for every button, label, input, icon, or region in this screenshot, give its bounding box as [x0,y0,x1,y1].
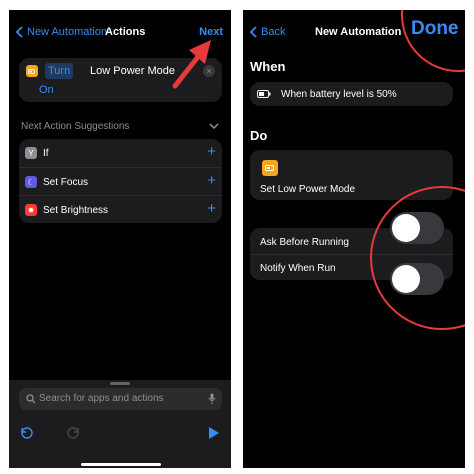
bottom-sheet: Search for apps and actions [9,380,231,468]
nav-title: New Automation [315,26,402,38]
suggestion-label: If [43,148,49,159]
ask-before-running-label: Ask Before Running [260,237,349,248]
annotation-arrow-icon [172,40,211,89]
back-label: Back [261,26,286,38]
moon-icon: ☾ [25,176,37,188]
undo-icon[interactable] [20,426,34,440]
search-bar[interactable]: Search for apps and actions [19,388,222,410]
nav-title: Actions [105,26,146,38]
add-icon[interactable]: + [207,172,216,189]
back-label: New Automation [27,26,108,38]
suggestions-list: Y If + ☾ Set Focus + ✹ Set Brightness + [19,139,222,223]
play-icon[interactable] [208,427,219,439]
home-indicator [81,463,161,466]
actions-screen: New Automation Actions Next Turn Low Pow… [9,10,231,468]
chevron-left-icon [249,26,257,38]
trigger-condition: When battery level is 50% [281,89,397,100]
new-automation-screen: Back New Automation Done When When batte… [243,10,465,468]
redo-icon[interactable] [66,426,80,440]
trigger-card[interactable]: When battery level is 50% [250,82,453,106]
sun-icon: ✹ [25,204,37,216]
annotation-circle-toggles [370,186,465,330]
notify-when-run-label: Notify When Run [260,263,336,274]
do-header: Do [250,128,268,143]
battery-icon [257,90,271,98]
suggestion-set-brightness[interactable]: ✹ Set Brightness + [19,195,222,224]
suggestions-header: Next Action Suggestions [21,121,130,132]
microphone-icon[interactable] [208,393,216,405]
battery-icon [26,65,38,77]
annotation-circle-done [401,10,465,72]
suggestion-label: Set Brightness [43,205,109,216]
action-target: Low Power Mode [90,65,175,77]
search-icon [26,394,36,404]
state-parameter[interactable]: On [39,84,54,96]
y-branch-icon: Y [25,147,37,159]
suggestion-if[interactable]: Y If + [19,139,222,167]
sheet-handle[interactable] [110,382,130,385]
chevron-down-icon[interactable] [209,123,219,130]
suggestion-set-focus[interactable]: ☾ Set Focus + [19,167,222,196]
battery-icon [262,160,278,176]
back-button[interactable]: New Automation [15,26,107,38]
add-icon[interactable]: + [207,143,216,160]
turn-parameter[interactable]: Turn [45,63,74,79]
when-header: When [250,59,286,74]
add-icon[interactable]: + [207,200,216,217]
back-button[interactable]: Back [249,26,285,38]
search-placeholder: Search for apps and actions [39,393,164,404]
chevron-left-icon [15,26,23,38]
action-label: Set Low Power Mode [260,184,356,195]
suggestion-label: Set Focus [43,177,89,188]
